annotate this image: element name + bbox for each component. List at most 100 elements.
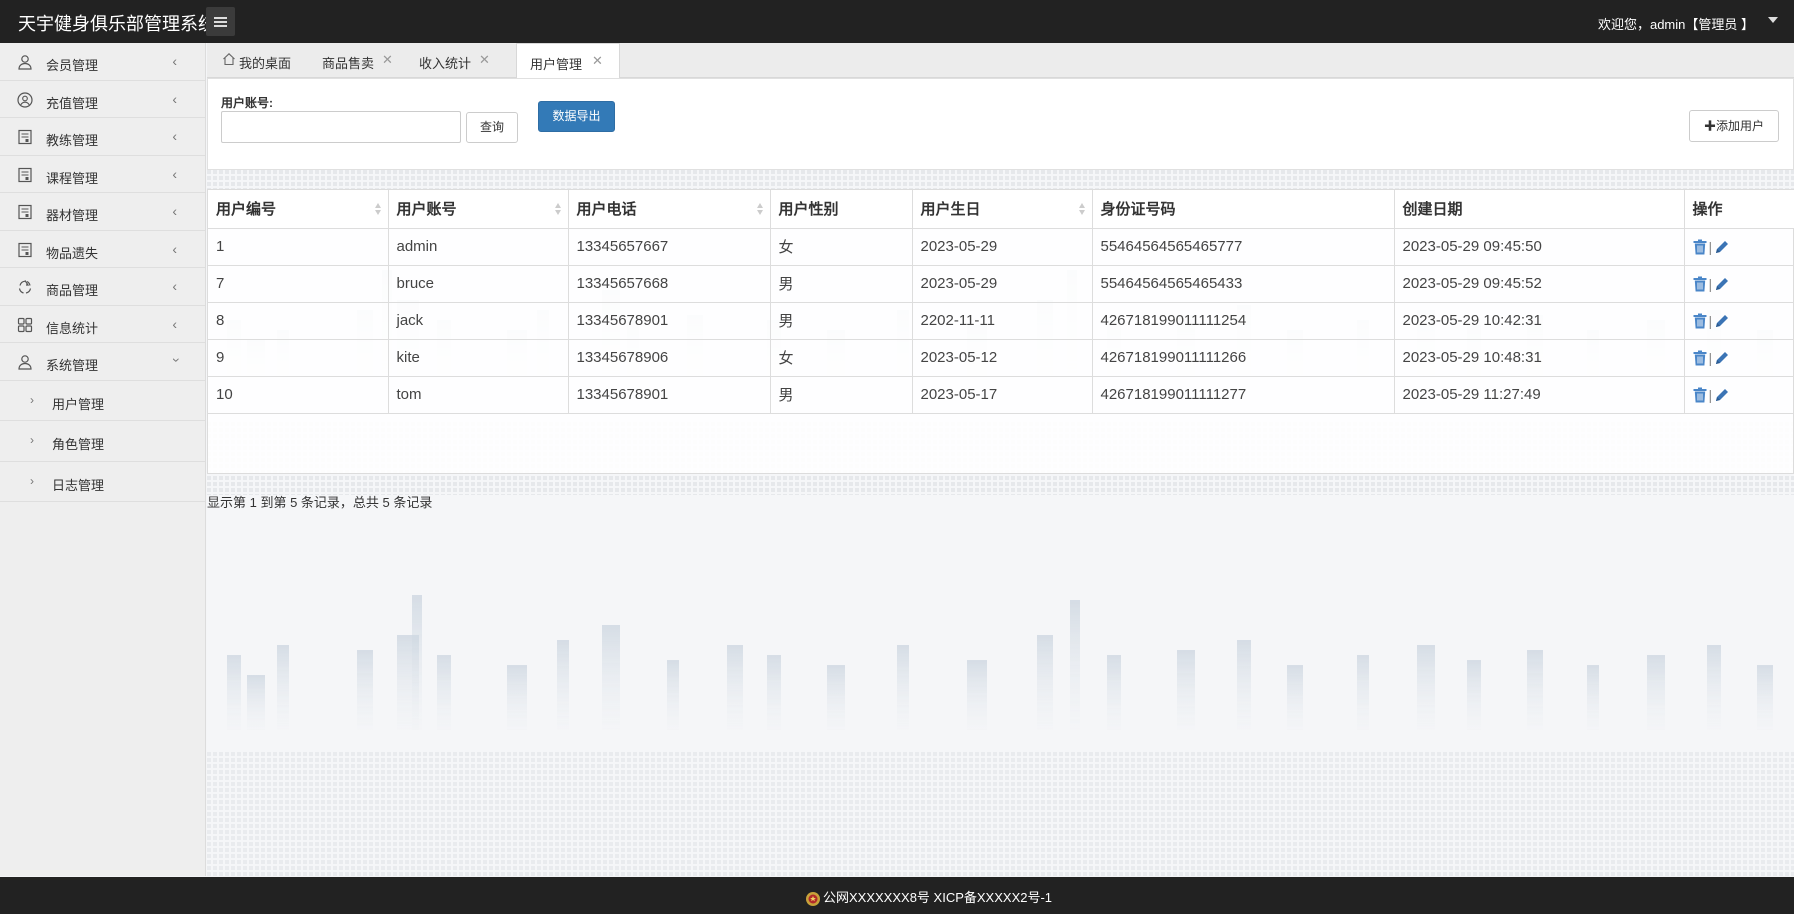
pencil-icon[interactable] (1714, 350, 1730, 366)
document-icon (18, 167, 32, 182)
cell-created: 2023-05-29 10:42:31 (1394, 302, 1685, 340)
sidebar-item-label: 器材管理 (46, 208, 99, 223)
document-icon (18, 129, 32, 145)
sidebar-item-label: 商品管理 (46, 283, 99, 298)
sidebar-item-equipment[interactable]: 器材管理 ‹ (0, 193, 205, 231)
sidebar-item-stats[interactable]: 信息统计 ‹ (0, 306, 205, 343)
sidebar-item-recharge[interactable]: 充值管理 ‹ (0, 81, 205, 118)
search-label: 用户账号: (221, 96, 273, 110)
user-icon (18, 55, 32, 70)
tab-income-stats[interactable]: 收入统计 ✕ (401, 43, 491, 78)
chevron-left-icon: ‹ (172, 240, 177, 257)
trash-icon[interactable] (1693, 350, 1707, 366)
trash-icon[interactable] (1693, 387, 1707, 403)
cell-gender: 男 (770, 302, 913, 340)
cell-actions: | (1684, 376, 1794, 414)
tab-user-manage[interactable]: 用户管理 ✕ (516, 43, 620, 79)
sidebar-subitem-label: 角色管理 (52, 437, 105, 452)
table-row: 1 admin 13345657667 女 2023-05-29 5546456… (208, 228, 1794, 266)
cell-id: 1 (208, 228, 389, 266)
cell-birthday: 2023-05-29 (912, 228, 1093, 266)
hamburger-icon (214, 17, 227, 19)
sidebar-item-label: 充值管理 (46, 95, 99, 111)
sidebar-subitem-roles[interactable]: › 角色管理 (0, 421, 205, 462)
search-panel: 用户账号: 查询 数据导出 ✚添加用户 (207, 78, 1794, 170)
pagination-info: 显示第 1 到第 5 条记录，总共 5 条记录 (207, 495, 433, 510)
add-user-button[interactable]: ✚添加用户 (1689, 110, 1779, 142)
sidebar-item-label: 会员管理 (46, 58, 99, 73)
sort-icon[interactable] (554, 203, 562, 216)
top-header: 天宇健身俱乐部管理系统 欢迎您，admin【管理员 】 (0, 0, 1794, 43)
sidebar-item-goods[interactable]: 商品管理 ‹ (0, 268, 205, 306)
chevron-right-icon: › (30, 473, 34, 488)
table-row: 9 kite 13345678906 女 2023-05-12 42671819… (208, 339, 1794, 377)
column-header-actions: 操作 (1684, 190, 1794, 229)
sidebar-subitem-users[interactable]: › 用户管理 (0, 381, 205, 421)
cell-account: jack (388, 302, 569, 340)
footer-text: 公网XXXXXXX8号 XICP备XXXXX2号-1 (823, 890, 1053, 905)
sort-icon[interactable] (756, 203, 764, 216)
sidebar-item-lost[interactable]: 物品遗失 ‹ (0, 231, 205, 268)
close-icon[interactable]: ✕ (479, 52, 490, 68)
column-header-birthday[interactable]: 用户生日 (912, 190, 1093, 229)
cell-created: 2023-05-29 09:45:52 (1394, 265, 1685, 303)
user-icon (18, 355, 32, 370)
trash-icon[interactable] (1693, 276, 1707, 292)
account-search-input[interactable] (221, 111, 461, 143)
trash-icon[interactable] (1693, 313, 1707, 329)
tab-goods-sale[interactable]: 商品售卖 ✕ (309, 43, 401, 78)
sidebar-item-member[interactable]: 会员管理 ‹ (0, 43, 205, 81)
sidebar-item-label: 课程管理 (46, 170, 99, 186)
cell-actions: | (1684, 265, 1794, 303)
export-button[interactable]: 数据导出 (538, 101, 615, 132)
query-button[interactable]: 查询 (466, 112, 518, 143)
column-header-phone[interactable]: 用户电话 (568, 190, 771, 229)
sidebar-item-coach[interactable]: 教练管理 ‹ (0, 118, 205, 156)
tab-desktop[interactable]: 我的桌面 (219, 43, 309, 78)
close-icon[interactable]: ✕ (592, 53, 603, 69)
document-icon (18, 204, 32, 220)
user-table-container: 用户编号 用户账号 用户电话 用户性别 用户生日 身份证号码 创建日期 操作 1… (207, 189, 1794, 474)
cell-created: 2023-05-29 09:45:50 (1394, 228, 1685, 266)
cell-idcard: 55464564565465433 (1092, 265, 1395, 303)
column-header-created: 创建日期 (1394, 190, 1685, 229)
police-badge-icon (806, 891, 820, 906)
pencil-icon[interactable] (1714, 276, 1730, 292)
sidebar-item-system[interactable]: 系统管理 ‹ (0, 343, 205, 381)
sidebar-subitem-logs[interactable]: › 日志管理 (0, 462, 205, 502)
footer-license: 公网XXXXXXX8号 XICP备XXXXX2号-1 (805, 887, 1052, 907)
cell-birthday: 2023-05-17 (912, 376, 1093, 414)
column-header-idcard: 身份证号码 (1092, 190, 1395, 229)
close-icon[interactable]: ✕ (382, 52, 393, 68)
user-menu[interactable]: 欢迎您，admin【管理员 】 (1598, 14, 1754, 33)
chevron-left-icon: ‹ (172, 315, 177, 332)
document-icon (18, 242, 32, 257)
cell-id: 7 (208, 265, 389, 303)
cell-idcard: 426718199011111277 (1092, 376, 1395, 414)
sort-icon[interactable] (1078, 203, 1086, 216)
sidebar-item-course[interactable]: 课程管理 ‹ (0, 156, 205, 193)
cell-idcard: 426718199011111266 (1092, 339, 1395, 377)
cell-id: 9 (208, 339, 389, 377)
cell-account: tom (388, 376, 569, 414)
cell-actions: | (1684, 339, 1794, 377)
cell-idcard: 426718199011111254 (1092, 302, 1395, 340)
pencil-icon[interactable] (1714, 387, 1730, 403)
action-separator: | (1708, 313, 1713, 330)
cell-actions: | (1684, 228, 1794, 266)
cell-account: kite (388, 339, 569, 377)
action-separator: | (1708, 350, 1713, 367)
column-header-id[interactable]: 用户编号 (208, 190, 389, 229)
recycle-icon (18, 280, 32, 294)
sort-icon[interactable] (374, 203, 382, 216)
cell-phone: 13345678901 (568, 376, 771, 414)
tab-bar: 我的桌面 商品售卖 ✕ 收入统计 ✕ 用户管理 ✕ (207, 43, 1794, 79)
cell-gender: 女 (770, 339, 913, 377)
menu-toggle-button[interactable] (206, 7, 235, 36)
pencil-icon[interactable] (1714, 313, 1730, 329)
pencil-icon[interactable] (1714, 239, 1730, 255)
caret-down-icon[interactable] (1768, 17, 1778, 23)
user-circle-icon (17, 91, 33, 108)
trash-icon[interactable] (1693, 239, 1707, 255)
column-header-account[interactable]: 用户账号 (388, 190, 569, 229)
